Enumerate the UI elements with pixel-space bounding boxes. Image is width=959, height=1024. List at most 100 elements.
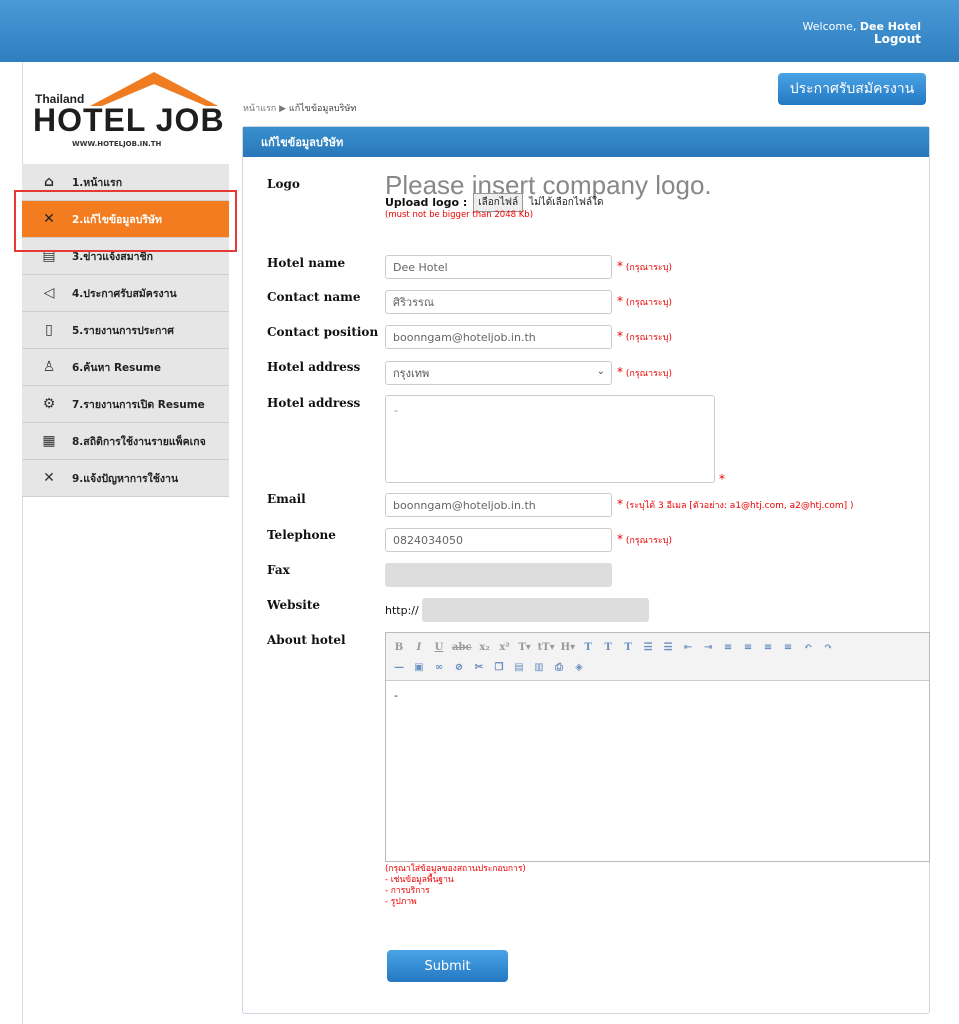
hr-icon[interactable]: — [392, 662, 406, 673]
upload-logo-label: Upload logo : [385, 196, 468, 209]
about-hotel-editor[interactable]: B I U abc x₂ x² T▾ tT▾ H▾ T T T ☰ ☰ ⇤ ⇥ … [385, 632, 930, 862]
submit-button[interactable]: Submit [387, 950, 508, 982]
clear-format-icon[interactable]: T [621, 642, 635, 653]
hotel-address-textarea[interactable]: - [385, 395, 715, 483]
sidebar-item-report-problem[interactable]: ✕ 9.แจ้งปัญหาการใช้งาน [22, 460, 229, 497]
editor-toolbar: B I U abc x₂ x² T▾ tT▾ H▾ T T T ☰ ☰ ⇤ ⇥ … [386, 633, 929, 681]
align-center-icon[interactable]: ≡ [741, 642, 755, 653]
sidebar-item-post-report[interactable]: ▯ 5.รายงานการประกาศ [22, 312, 229, 349]
breadcrumb-home[interactable]: หน้าแรก [243, 104, 276, 114]
required-note: (กรุณาระบุ) [625, 333, 672, 343]
paste-icon[interactable]: ▤ [512, 662, 526, 673]
required-star: * [617, 497, 623, 511]
post-job-button[interactable]: ประกาศรับสมัครงาน [778, 73, 926, 105]
hotel-address-detail-label: Hotel address [267, 396, 361, 410]
highlight-box [14, 190, 237, 252]
underline-icon[interactable]: U [432, 642, 446, 653]
sidebar-item-label: 6.ค้นหา Resume [72, 361, 161, 374]
required-note: (กรุณาระบุ) [625, 369, 672, 379]
required-star: * [617, 259, 623, 273]
print-icon[interactable]: ⎙ [552, 662, 566, 673]
text-color-icon[interactable]: T [581, 642, 595, 653]
email-input[interactable]: boonngam@hoteljob.in.th [385, 493, 612, 517]
bullet-list-icon[interactable]: ☰ [661, 642, 675, 653]
website-input[interactable] [422, 598, 649, 622]
redo-icon[interactable]: ↷ [821, 642, 835, 653]
copy-icon[interactable]: ❐ [492, 662, 506, 673]
heading-icon[interactable]: H▾ [561, 642, 575, 653]
site-logo[interactable]: Thailand HOTEL JOB WWW.HOTELJOB.IN.TH [30, 70, 225, 160]
search-person-icon: ♙ [42, 359, 56, 375]
stats-icon: ▦ [42, 433, 56, 449]
logo-title: HOTEL JOB [33, 102, 225, 138]
about-hotel-label: About hotel [267, 633, 346, 647]
required-note: (กรุณาระบุ) [625, 298, 672, 308]
source-icon[interactable]: ◈ [572, 662, 586, 673]
sidebar-item-label: 5.รายงานการประกาศ [72, 324, 174, 337]
contact-position-required: * (กรุณาระบุ) [617, 329, 672, 344]
font-size-icon[interactable]: tT▾ [538, 642, 555, 653]
undo-icon[interactable]: ↶ [801, 642, 815, 653]
required-note: (กรุณาระบุ) [625, 536, 672, 546]
outdent-icon[interactable]: ⇤ [681, 642, 695, 653]
panel-title: แก้ไขข้อมูลบริษัท [243, 127, 929, 157]
fax-input[interactable] [385, 563, 612, 587]
website-label: Website [267, 598, 321, 612]
telephone-input[interactable]: 0824034050 [385, 528, 612, 552]
home-icon: ⌂ [43, 174, 55, 190]
required-star: * [617, 329, 623, 343]
strikethrough-icon[interactable]: abc [452, 642, 472, 653]
breadcrumb-separator-icon: ▶ [279, 104, 287, 114]
email-note: (ระบุได้ 3 อีเมล [ตัวอย่าง: a1@htj.com, … [625, 501, 854, 511]
hint-line: - รูปภาพ [385, 897, 417, 907]
justify-icon[interactable]: ≡ [781, 642, 795, 653]
website-prefix: http:// [385, 604, 419, 617]
font-family-icon[interactable]: T▾ [518, 642, 532, 653]
cut-icon[interactable]: ✂ [472, 662, 486, 673]
bold-icon[interactable]: B [392, 642, 406, 653]
hotel-name-input[interactable]: Dee Hotel [385, 255, 612, 279]
welcome-block: Welcome, Dee Hotel Logout [803, 20, 921, 46]
required-star: * [617, 532, 623, 546]
telephone-label: Telephone [267, 528, 336, 542]
highlight-icon[interactable]: T [601, 642, 615, 653]
numbered-list-icon[interactable]: ☰ [641, 642, 655, 653]
breadcrumb: หน้าแรก ▶ แก้ไขข้อมูลบริษัท [243, 101, 356, 115]
unlink-icon[interactable]: ⊘ [452, 662, 466, 673]
contact-position-input[interactable]: boonngam@hoteljob.in.th [385, 325, 612, 349]
sidebar-item-label: 1.หน้าแรก [72, 176, 123, 189]
image-icon[interactable]: ▣ [412, 662, 426, 673]
align-right-icon[interactable]: ≡ [761, 642, 775, 653]
report-icon: ⚙ [42, 396, 56, 412]
sidebar-item-job-post[interactable]: ◁ 4.ประกาศรับสมัครงาน [22, 275, 229, 312]
sidebar-item-label: 8.สถิติการใช้งานรายแพ็คเกจ [72, 435, 206, 448]
megaphone-icon: ◁ [43, 285, 55, 301]
editor-content[interactable]: - [386, 681, 929, 710]
province-select[interactable]: กรุงเทพ ⌄ [385, 361, 612, 385]
link-icon[interactable]: ∞ [432, 662, 446, 673]
email-label: Email [267, 492, 306, 506]
logo-label: Logo [267, 177, 300, 191]
document-icon: ▯ [45, 322, 53, 338]
italic-icon[interactable]: I [412, 642, 426, 653]
sidebar-item-label: 9.แจ้งปัญหาการใช้งาน [72, 472, 179, 485]
hotel-name-label: Hotel name [267, 256, 346, 270]
indent-icon[interactable]: ⇥ [701, 642, 715, 653]
superscript-icon[interactable]: x² [498, 642, 512, 653]
top-header-bar: Welcome, Dee Hotel Logout [0, 0, 959, 62]
hotel-address-detail-required: * [719, 472, 725, 486]
sidebar-item-search-resume[interactable]: ♙ 6.ค้นหา Resume [22, 349, 229, 386]
province-select-value: กรุงเทพ [393, 367, 430, 380]
required-star: * [719, 472, 725, 486]
contact-name-input[interactable]: ศิริวรรณ [385, 290, 612, 314]
sidebar-item-package-stats[interactable]: ▦ 8.สถิติการใช้งานรายแพ็คเกจ [22, 423, 229, 460]
telephone-required: * (กรุณาระบุ) [617, 532, 672, 547]
align-left-icon[interactable]: ≡ [721, 642, 735, 653]
logout-link[interactable]: Logout [803, 33, 921, 46]
required-note: (กรุณาระบุ) [625, 263, 672, 273]
contact-name-required: * (กรุณาระบุ) [617, 294, 672, 309]
fax-label: Fax [267, 563, 290, 577]
sidebar-item-resume-report[interactable]: ⚙ 7.รายงานการเปิด Resume [22, 386, 229, 423]
subscript-icon[interactable]: x₂ [478, 642, 492, 653]
paste-text-icon[interactable]: ▥ [532, 662, 546, 673]
